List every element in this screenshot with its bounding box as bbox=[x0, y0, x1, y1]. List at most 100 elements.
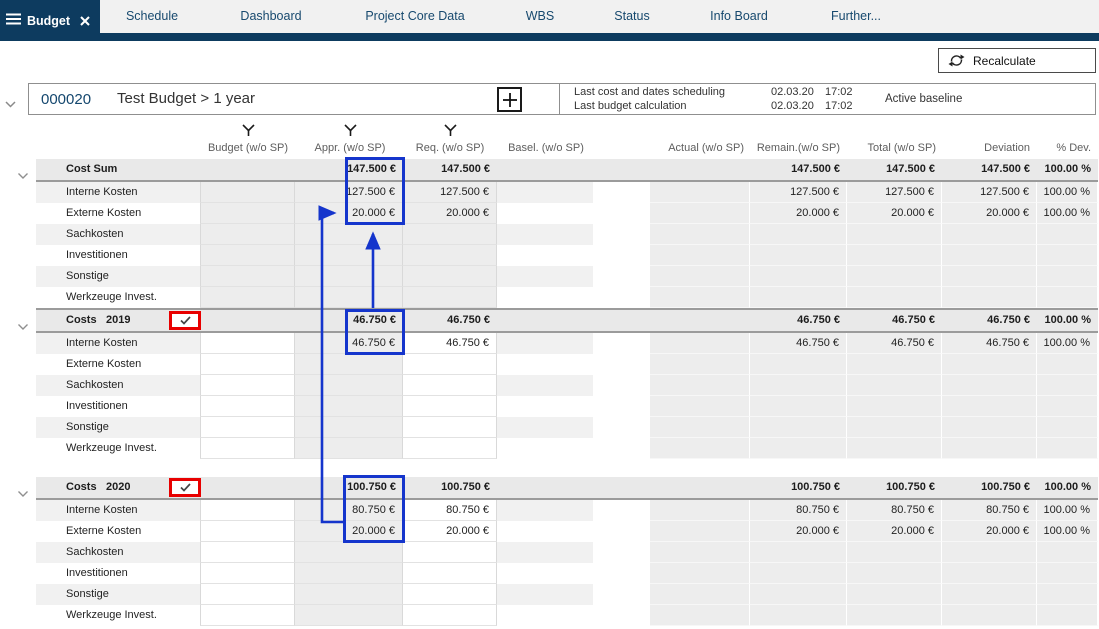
cell-budget[interactable] bbox=[200, 438, 295, 459]
cell-req[interactable] bbox=[403, 542, 497, 563]
cell-remain bbox=[750, 542, 847, 563]
cell-budget[interactable] bbox=[200, 584, 295, 605]
row-label-cell: Sachkosten bbox=[36, 375, 200, 396]
row-label-cell: Sonstige bbox=[36, 417, 200, 438]
cell-req: 127.500 € bbox=[403, 182, 497, 203]
cell-deviation: 46.750 € bbox=[942, 310, 1037, 331]
tab-dashboard[interactable]: Dashboard bbox=[240, 9, 301, 23]
project-header: 000020 Test Budget > 1 year Last cost an… bbox=[28, 83, 1096, 115]
filter-icon[interactable] bbox=[344, 124, 357, 142]
col-header-budget[interactable]: Budget (w/o SP) bbox=[208, 142, 288, 154]
cell-actual bbox=[650, 521, 750, 542]
cell-req[interactable] bbox=[403, 438, 497, 459]
chevron-down-icon[interactable] bbox=[18, 317, 28, 335]
tab-schedule[interactable]: Schedule bbox=[126, 9, 178, 23]
chevron-down-icon[interactable] bbox=[18, 166, 28, 184]
cell-pdev bbox=[1037, 287, 1098, 308]
cell-budget[interactable] bbox=[200, 500, 295, 521]
row-label-cell: Interne Kosten bbox=[36, 182, 200, 203]
cell-req[interactable]: 20.000 € bbox=[403, 521, 497, 542]
row-label-cell: Werkzeuge Invest. bbox=[36, 287, 200, 308]
cell-pdev bbox=[1037, 438, 1098, 459]
cell-remain: 46.750 € bbox=[750, 310, 847, 331]
cell-budget[interactable] bbox=[200, 542, 295, 563]
cell-remain: 147.500 € bbox=[750, 159, 847, 180]
cell-budget[interactable] bbox=[200, 354, 295, 375]
cell-req[interactable] bbox=[403, 396, 497, 417]
cell-req[interactable]: 46.750 € bbox=[403, 333, 497, 354]
cell-basel bbox=[497, 203, 593, 224]
cell-req[interactable] bbox=[403, 354, 497, 375]
table-row: Sonstige bbox=[36, 417, 1098, 438]
cell-actual bbox=[650, 224, 750, 245]
col-header-appr[interactable]: Appr. (w/o SP) bbox=[315, 142, 386, 154]
col-header-pdev[interactable]: % Dev. bbox=[1010, 142, 1091, 154]
cell-budget bbox=[200, 266, 295, 287]
row-label-cell: Sonstige bbox=[36, 266, 200, 287]
cell-deviation bbox=[942, 563, 1037, 584]
cell-budget[interactable] bbox=[200, 605, 295, 626]
table-row: Werkzeuge Invest. bbox=[36, 287, 1098, 308]
cell-req: 46.750 € bbox=[403, 310, 497, 331]
cell-budget[interactable] bbox=[200, 333, 295, 354]
cell-appr bbox=[295, 584, 403, 605]
table-row: Externe Kosten20.000 €20.000 €20.000 €20… bbox=[36, 521, 1098, 542]
cell-remain: 80.750 € bbox=[750, 500, 847, 521]
cell-basel bbox=[497, 266, 593, 287]
cell-basel bbox=[497, 417, 593, 438]
cell-budget bbox=[200, 245, 295, 266]
col-header-basel[interactable]: Basel. (w/o SP) bbox=[508, 142, 584, 154]
row-label-cell: Werkzeuge Invest. bbox=[36, 438, 200, 459]
cell-budget[interactable] bbox=[200, 396, 295, 417]
tab-further[interactable]: Further... bbox=[831, 9, 881, 23]
cell-req[interactable] bbox=[403, 563, 497, 584]
cell-actual bbox=[650, 584, 750, 605]
tab-status[interactable]: Status bbox=[614, 9, 649, 23]
recalculate-button[interactable]: Recalculate bbox=[938, 48, 1096, 73]
cell-appr bbox=[295, 605, 403, 626]
cell-basel bbox=[497, 159, 593, 180]
cell-req[interactable]: 80.750 € bbox=[403, 500, 497, 521]
cell-basel bbox=[497, 584, 593, 605]
cell-appr bbox=[295, 375, 403, 396]
table-row: Externe Kosten20.000 €20.000 €20.000 €20… bbox=[36, 203, 1098, 224]
col-header-remain[interactable]: Remain.(w/o SP) bbox=[736, 142, 840, 154]
tab-wbs[interactable]: WBS bbox=[526, 9, 554, 23]
cell-req[interactable] bbox=[403, 605, 497, 626]
col-header-actual[interactable]: Actual (w/o SP) bbox=[640, 142, 744, 154]
cell-actual bbox=[650, 333, 750, 354]
filter-icon[interactable] bbox=[242, 124, 255, 142]
col-header-req[interactable]: Req. (w/o SP) bbox=[416, 142, 484, 154]
cell-budget[interactable] bbox=[200, 563, 295, 584]
group-row-2020: Costs100.750 €100.750 €100.750 €100.750 … bbox=[36, 477, 1098, 498]
cell-budget[interactable] bbox=[200, 521, 295, 542]
cell-deviation bbox=[942, 224, 1037, 245]
col-header-total[interactable]: Total (w/o SP) bbox=[830, 142, 936, 154]
menu-icon[interactable] bbox=[6, 12, 21, 30]
year-checkbox[interactable] bbox=[178, 314, 193, 327]
cell-actual bbox=[650, 396, 750, 417]
year-checkbox[interactable] bbox=[178, 481, 193, 494]
row-label-cell: Investitionen bbox=[36, 563, 200, 584]
filter-icon[interactable] bbox=[444, 124, 457, 142]
refresh-icon bbox=[948, 53, 965, 68]
chevron-down-icon[interactable] bbox=[18, 484, 28, 502]
cell-actual bbox=[650, 605, 750, 626]
tab-budget-active[interactable]: Budget bbox=[0, 0, 100, 41]
cell-appr: 20.000 € bbox=[295, 203, 403, 224]
tab-info-board[interactable]: Info Board bbox=[710, 9, 768, 23]
cell-budget[interactable] bbox=[200, 417, 295, 438]
close-tab-icon[interactable] bbox=[80, 16, 90, 26]
cell-pdev bbox=[1037, 245, 1098, 266]
cell-req[interactable] bbox=[403, 584, 497, 605]
cell-req[interactable] bbox=[403, 417, 497, 438]
cell-gap bbox=[593, 477, 650, 498]
row-label-cell: Externe Kosten bbox=[36, 203, 200, 224]
add-button[interactable] bbox=[497, 87, 522, 112]
cell-req[interactable] bbox=[403, 375, 497, 396]
tab-project-core-data[interactable]: Project Core Data bbox=[365, 9, 464, 23]
cell-budget[interactable] bbox=[200, 375, 295, 396]
project-collapse-chevron-icon[interactable] bbox=[5, 95, 16, 113]
cell-gap bbox=[593, 375, 650, 396]
cell-pdev bbox=[1037, 375, 1098, 396]
